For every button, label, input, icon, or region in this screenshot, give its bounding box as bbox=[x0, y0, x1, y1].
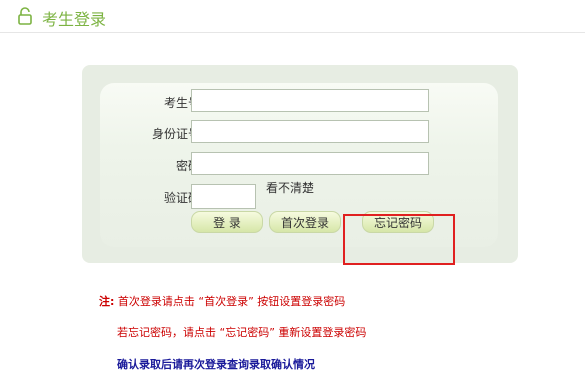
highlight-box bbox=[343, 214, 455, 265]
note-line-2: 若忘记密码，请点击 “忘记密码” 重新设置登录密码 bbox=[117, 326, 367, 339]
id-number-input[interactable] bbox=[191, 120, 429, 143]
note-first-login-text: 首次登录请点击 “首次登录” 按钮设置登录密码 bbox=[117, 295, 346, 308]
captcha-refresh-link[interactable]: 看不清楚 bbox=[266, 179, 314, 196]
password-input[interactable] bbox=[191, 152, 429, 175]
captcha-input[interactable] bbox=[191, 184, 256, 209]
note-line-3: 确认录取后请再次登录查询录取确认情况 bbox=[117, 358, 315, 371]
note-line-1: 注: 首次登录请点击 “首次登录” 按钮设置登录密码 bbox=[99, 293, 345, 309]
login-button[interactable]: 登 录 bbox=[191, 211, 263, 233]
note-prefix: 注: bbox=[99, 295, 115, 308]
first-login-button[interactable]: 首次登录 bbox=[269, 211, 341, 233]
page-title: 考生登录 bbox=[42, 10, 107, 29]
lock-icon bbox=[18, 7, 32, 25]
page-header: 考生登录 bbox=[0, 0, 585, 33]
candidate-number-input[interactable] bbox=[191, 89, 429, 112]
